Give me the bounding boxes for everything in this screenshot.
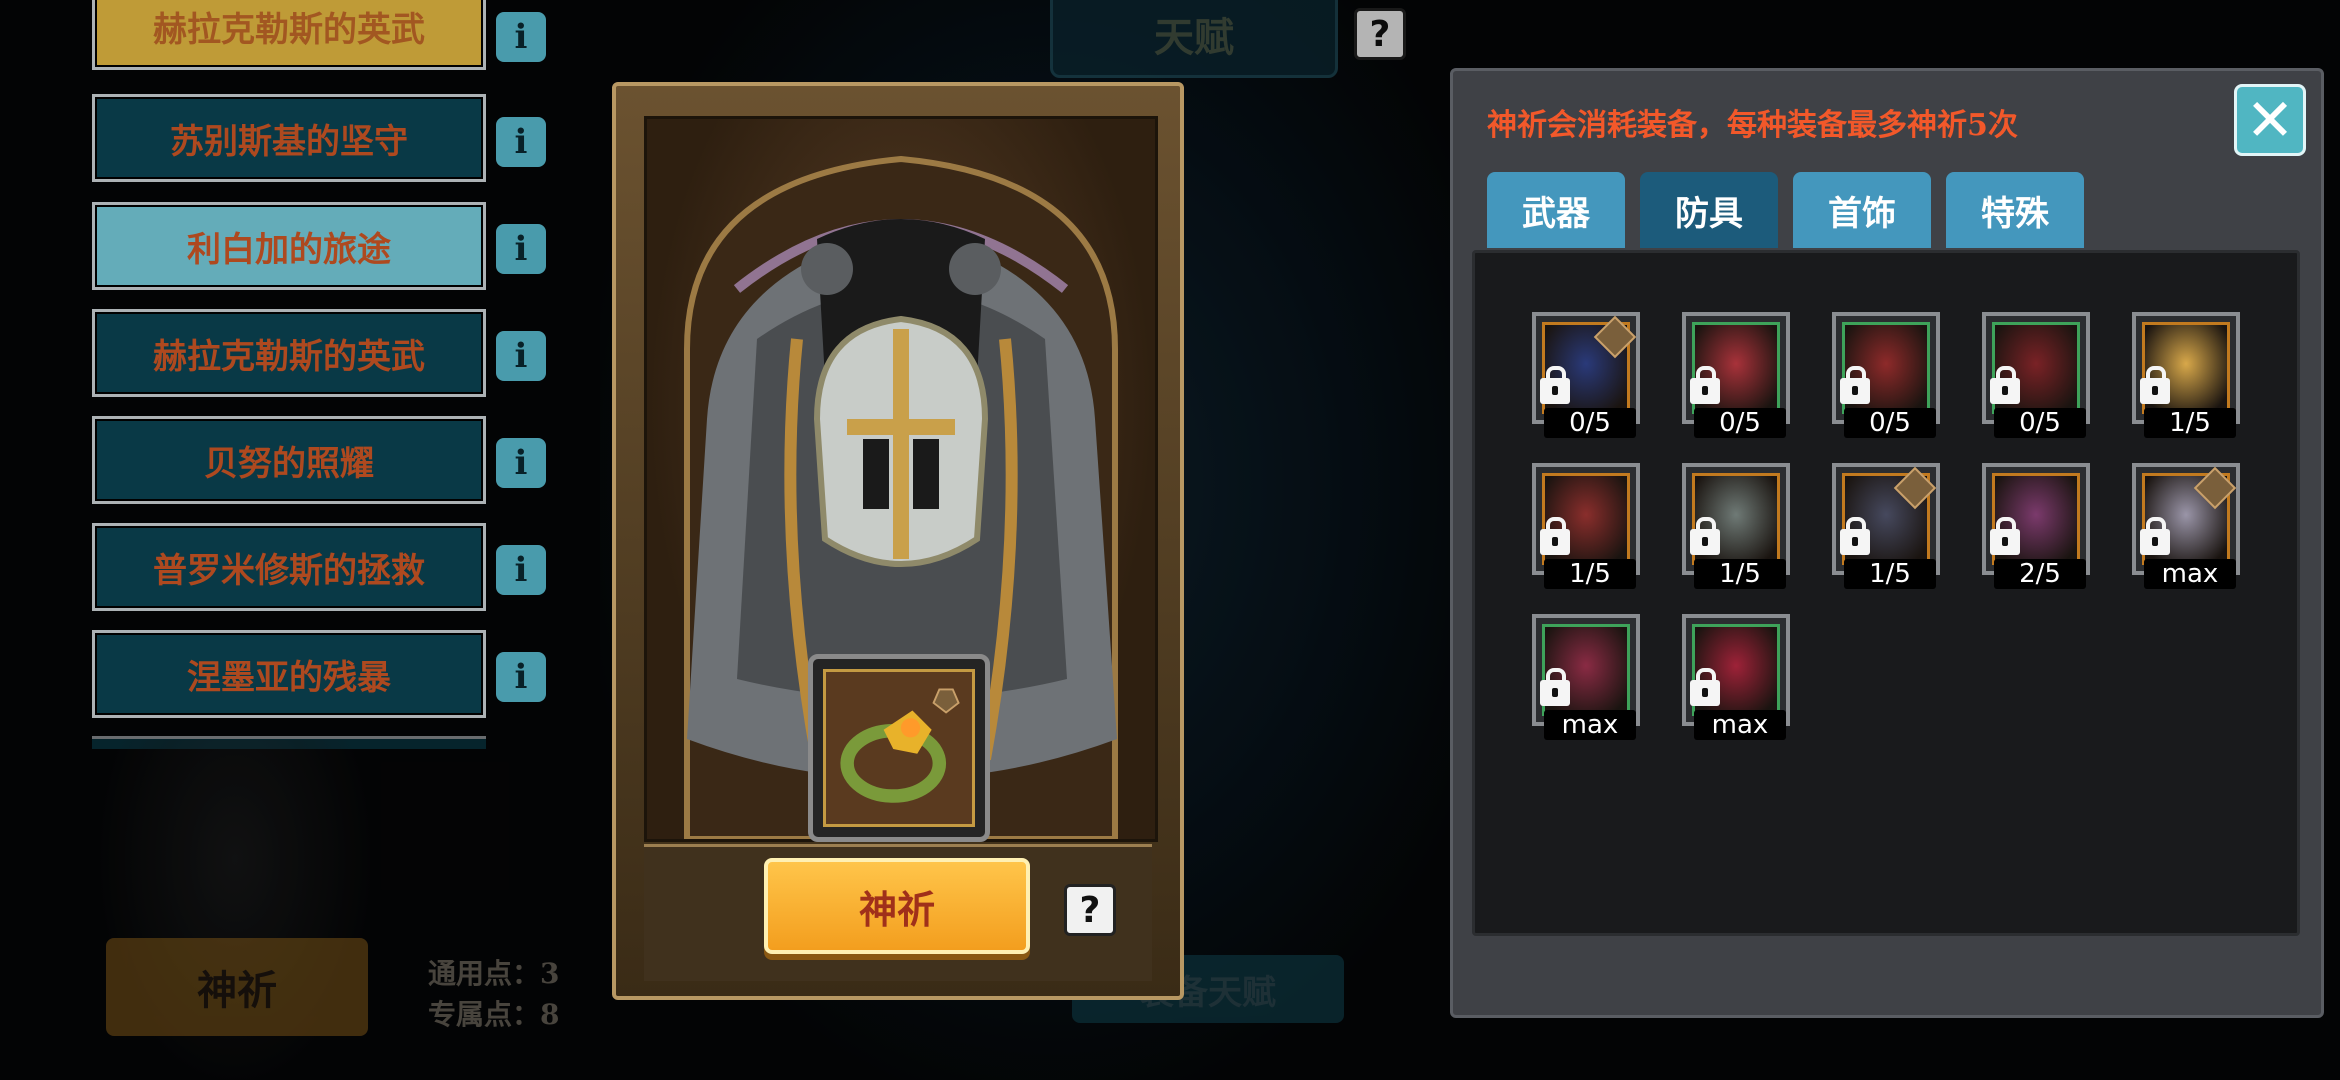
equipment-slot[interactable]: max	[1532, 614, 1640, 740]
equipment-slot[interactable]: 1/5	[2132, 312, 2240, 438]
pray-count: 0/5	[1544, 408, 1636, 438]
equipment-slot[interactable]: 0/5	[1532, 312, 1640, 438]
panel-notice: 神祈会消耗装备，每种装备最多神祈5次	[1487, 108, 2018, 143]
equipment-slot[interactable]: 0/5	[1682, 312, 1790, 438]
lock-icon	[1840, 517, 1870, 555]
equipment-slot[interactable]: 1/5	[1532, 463, 1640, 589]
pray-count: 0/5	[1844, 408, 1936, 438]
tab-accessory[interactable]: 首饰	[1793, 172, 1931, 248]
lock-icon	[1540, 517, 1570, 555]
equipment-slot[interactable]: 0/5	[1832, 312, 1940, 438]
equipment-slot[interactable]: max	[1682, 614, 1790, 740]
help-icon[interactable]: ?	[1064, 884, 1116, 936]
tab-armor[interactable]: 防具	[1640, 172, 1778, 248]
tab-weapon[interactable]: 武器	[1487, 172, 1625, 248]
lock-icon	[1690, 668, 1720, 706]
lock-icon	[1840, 366, 1870, 404]
lock-icon	[1690, 517, 1720, 555]
pray-count: 1/5	[1844, 559, 1936, 589]
pray-count: 1/5	[1544, 559, 1636, 589]
lock-icon	[1540, 366, 1570, 404]
lock-icon	[2140, 517, 2170, 555]
pray-count: 2/5	[1994, 559, 2086, 589]
tab-special[interactable]: 特殊	[1946, 172, 2084, 248]
pray-count: 0/5	[1694, 408, 1786, 438]
equipment-slot[interactable]: 2/5	[1982, 463, 2090, 589]
equipment-slot[interactable]: 1/5	[1682, 463, 1790, 589]
lock-icon	[2140, 366, 2170, 404]
lock-icon	[1990, 517, 2020, 555]
pray-count: max	[1544, 710, 1636, 740]
close-icon[interactable]: ✕	[2234, 84, 2306, 156]
pray-button[interactable]: 神祈	[764, 858, 1030, 954]
equipment-slot[interactable]: max	[2132, 463, 2240, 589]
pray-count: 1/5	[2144, 408, 2236, 438]
equipment-slot[interactable]: 1/5	[1832, 463, 1940, 589]
pray-count: max	[2144, 559, 2236, 589]
pray-count: 1/5	[1694, 559, 1786, 589]
lock-icon	[1990, 366, 2020, 404]
equipment-slot[interactable]: 0/5	[1982, 312, 2090, 438]
pray-count: max	[1694, 710, 1786, 740]
lock-icon	[1540, 668, 1570, 706]
ring-equip-slot[interactable]	[808, 654, 990, 842]
pray-count: 0/5	[1994, 408, 2086, 438]
ring-icon	[823, 669, 975, 827]
lock-icon	[1690, 366, 1720, 404]
